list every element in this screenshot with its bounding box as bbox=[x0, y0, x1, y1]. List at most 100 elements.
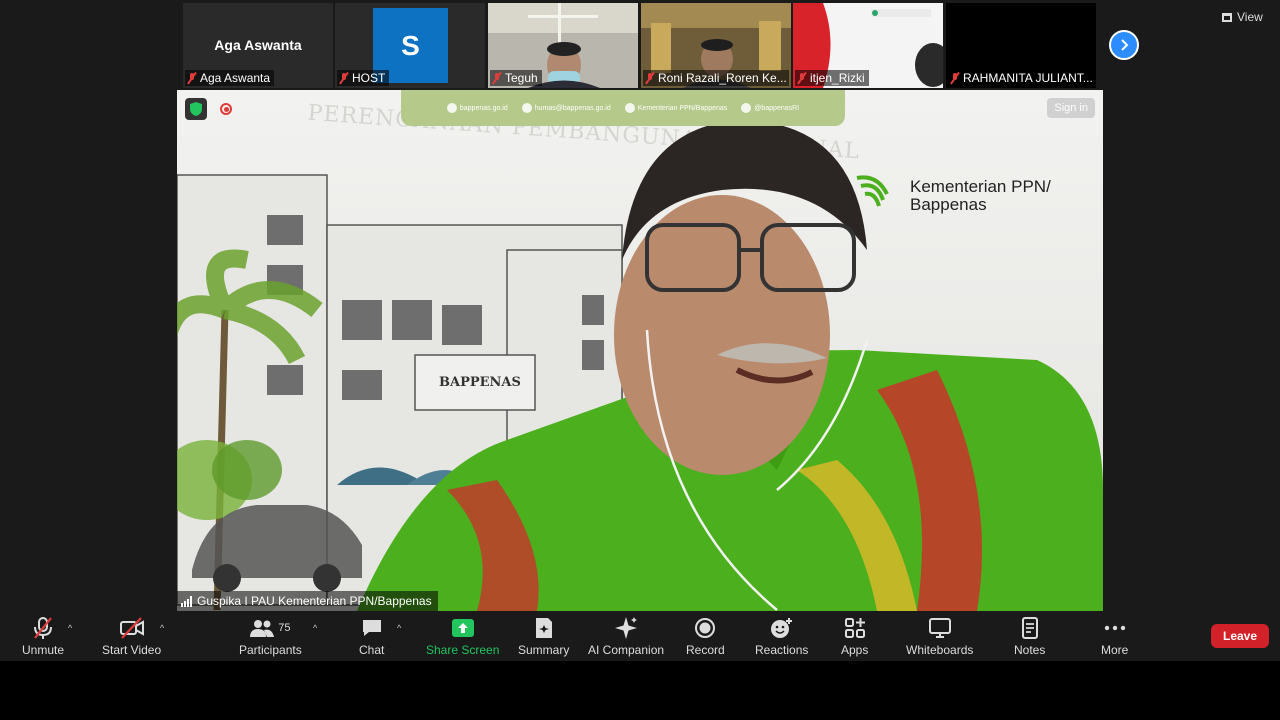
share-screen-icon bbox=[451, 619, 474, 637]
video-off-icon bbox=[119, 617, 144, 639]
building-sign: BAPPENAS bbox=[439, 375, 521, 390]
mic-muted-icon bbox=[492, 72, 502, 84]
main-speaker-video: PERENCANAAN PEMBANGUNAN NASIONAL bappena… bbox=[177, 90, 1103, 611]
summary-button[interactable]: Summary bbox=[518, 616, 569, 657]
chat-button[interactable]: Chat bbox=[359, 616, 384, 657]
start-video-label: Start Video bbox=[102, 643, 162, 657]
share-screen-button[interactable]: Share Screen bbox=[426, 616, 499, 657]
speaker-name: Guspika I PAU Kementerian PPN/Bappenas bbox=[197, 594, 432, 608]
more-dots-icon bbox=[1104, 625, 1125, 631]
video-options-caret-icon[interactable]: ^ bbox=[160, 623, 164, 633]
reactions-icon bbox=[770, 618, 792, 638]
virtual-background bbox=[177, 120, 1103, 611]
unmute-button[interactable]: Unmute bbox=[22, 616, 64, 657]
ai-companion-label: AI Companion bbox=[588, 643, 665, 657]
more-label: More bbox=[1101, 643, 1129, 657]
facebook-link: Kementerian PPN/Bappenas bbox=[624, 103, 727, 113]
participants-label: Participants bbox=[239, 643, 302, 657]
mic-muted-icon bbox=[339, 72, 349, 84]
email-link: humas@bappenas.go.id bbox=[521, 103, 611, 113]
participant-tile-host[interactable]: S HOST bbox=[335, 3, 485, 88]
whiteboards-button[interactable]: Whiteboards bbox=[906, 616, 973, 657]
signal-strength-icon bbox=[181, 595, 192, 607]
ministry-name: Kementerian PPN/ Bappenas bbox=[910, 178, 1051, 214]
next-page-button[interactable] bbox=[1109, 30, 1139, 60]
participant-name: RAHMANITA JULIANT... bbox=[963, 71, 1093, 85]
record-icon bbox=[695, 618, 716, 638]
notes-icon bbox=[1021, 617, 1038, 639]
website-link: bappenas.go.id bbox=[446, 103, 508, 113]
participant-label: Aga Aswanta bbox=[185, 70, 275, 86]
ministry-name-line1: Kementerian PPN/ bbox=[910, 177, 1051, 196]
apps-button[interactable]: Apps bbox=[841, 616, 868, 657]
twitter-icon bbox=[741, 103, 752, 113]
participant-tile-aga[interactable]: Aga Aswanta Aga Aswanta bbox=[183, 3, 333, 88]
participant-name: itjen_Rizki bbox=[810, 71, 865, 85]
globe-icon bbox=[446, 103, 457, 113]
participant-name: Teguh bbox=[505, 71, 538, 85]
participant-label: Roni Razali_Roren Ke... bbox=[643, 70, 789, 86]
chat-label: Chat bbox=[359, 643, 385, 657]
participant-label: RAHMANITA JULIANT... bbox=[948, 70, 1094, 86]
participants-button[interactable]: 75 Participants bbox=[239, 616, 302, 657]
start-video-button[interactable]: Start Video bbox=[102, 616, 161, 657]
participant-label: HOST bbox=[337, 70, 390, 86]
participants-count: 75 bbox=[278, 622, 291, 634]
mic-muted-icon bbox=[950, 72, 960, 84]
participant-display-name: Aga Aswanta bbox=[214, 37, 302, 53]
participant-name: Aga Aswanta bbox=[200, 71, 271, 85]
reactions-button[interactable]: Reactions bbox=[755, 616, 808, 657]
participant-strip: Aga Aswanta Aga Aswanta S HOST Teguh Ron… bbox=[0, 0, 1280, 90]
facebook-icon bbox=[624, 103, 635, 113]
chat-icon bbox=[362, 620, 381, 636]
unmute-label: Unmute bbox=[22, 643, 65, 657]
whiteboards-label: Whiteboards bbox=[906, 643, 974, 657]
whiteboard-icon bbox=[928, 618, 951, 638]
summary-label: Summary bbox=[518, 643, 570, 657]
apps-icon bbox=[844, 618, 865, 638]
chat-options-caret-icon[interactable]: ^ bbox=[397, 623, 401, 633]
leave-button[interactable]: Leave bbox=[1211, 624, 1269, 648]
sign-in-button: Sign in bbox=[1047, 98, 1095, 118]
audio-options-caret-icon[interactable]: ^ bbox=[68, 623, 72, 633]
chevron-right-icon bbox=[1121, 39, 1129, 51]
grid-view-icon bbox=[1222, 12, 1232, 22]
mic-muted-icon bbox=[34, 617, 53, 639]
background-link-bar: bappenas.go.id humas@bappenas.go.id Keme… bbox=[401, 90, 845, 126]
notes-label: Notes bbox=[1014, 643, 1046, 657]
participants-icon bbox=[250, 620, 275, 637]
mic-muted-icon bbox=[187, 72, 197, 84]
record-button[interactable]: Record bbox=[686, 616, 725, 657]
mail-icon bbox=[521, 103, 532, 113]
sparkle-icon bbox=[615, 617, 638, 639]
bappenas-logo-icon bbox=[856, 175, 889, 207]
reactions-label: Reactions bbox=[755, 643, 809, 657]
summary-icon bbox=[535, 618, 552, 638]
more-button[interactable]: More bbox=[1101, 616, 1128, 657]
participants-options-caret-icon[interactable]: ^ bbox=[313, 623, 317, 633]
meeting-toolbar: Unmute ^ Start Video ^ 75 Participants ^… bbox=[0, 611, 1280, 661]
participant-tile-roni[interactable]: Roni Razali_Roren Ke... bbox=[641, 3, 791, 88]
participant-label: itjen_Rizki bbox=[795, 70, 869, 86]
participant-name: Roni Razali_Roren Ke... bbox=[658, 71, 787, 85]
view-button[interactable]: View bbox=[1222, 10, 1263, 24]
bottom-letterbox bbox=[0, 661, 1280, 720]
participant-tile-rahmanita[interactable]: RAHMANITA JULIANT... bbox=[946, 3, 1096, 88]
twitter-link: @bappenasRI bbox=[741, 103, 799, 113]
notes-button[interactable]: Notes bbox=[1014, 616, 1045, 657]
participant-label: Teguh bbox=[490, 70, 542, 86]
ai-companion-button[interactable]: AI Companion bbox=[588, 616, 664, 657]
view-label: View bbox=[1237, 10, 1263, 24]
participant-tile-teguh[interactable]: Teguh bbox=[488, 3, 638, 88]
recording-indicator-icon bbox=[220, 103, 232, 115]
participant-tile-itjen[interactable]: itjen_Rizki bbox=[793, 3, 943, 88]
mic-muted-icon bbox=[797, 72, 807, 84]
security-shield-icon[interactable] bbox=[185, 98, 207, 120]
record-label: Record bbox=[686, 643, 725, 657]
apps-label: Apps bbox=[841, 643, 869, 657]
share-screen-label: Share Screen bbox=[426, 643, 500, 657]
speaker-name-label: Guspika I PAU Kementerian PPN/Bappenas bbox=[177, 591, 438, 611]
ministry-name-line2: Bappenas bbox=[910, 195, 987, 214]
mic-muted-icon bbox=[645, 72, 655, 84]
participant-name: HOST bbox=[352, 71, 386, 85]
